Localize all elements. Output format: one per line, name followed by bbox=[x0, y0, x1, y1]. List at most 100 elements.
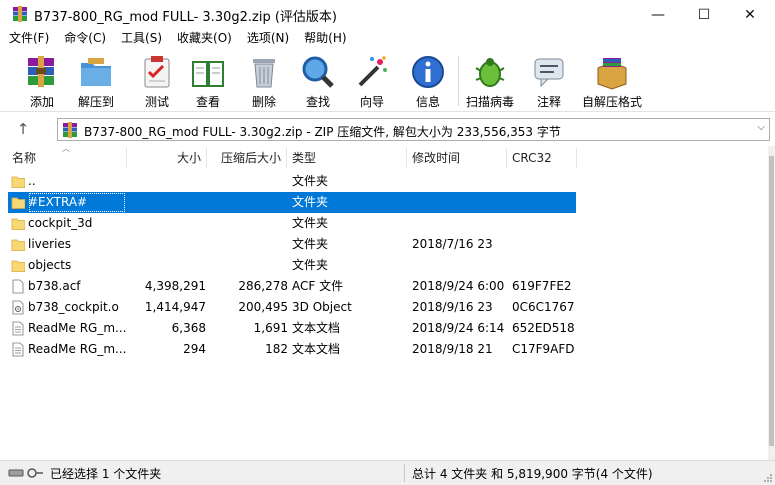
cell-name: ReadMe RG_m... bbox=[28, 342, 126, 356]
delete-label: 删除 bbox=[251, 95, 276, 109]
cell-packed-size: 1,691 bbox=[253, 321, 288, 335]
magnifier-icon bbox=[302, 56, 334, 88]
info-icon bbox=[412, 56, 444, 88]
table-row[interactable]: b738_cockpit.o 1,414,947 200,495 3D Object 2… bbox=[8, 297, 576, 318]
table-row-selected[interactable]: #EXTRA# 文件夹 bbox=[8, 192, 576, 213]
cell-size bbox=[128, 213, 206, 234]
minimize-button[interactable]: — bbox=[635, 0, 681, 30]
cell-name: b738_cockpit.o bbox=[28, 300, 119, 314]
close-button[interactable]: ✕ bbox=[727, 0, 773, 30]
menu-favorites[interactable]: 收藏夹(O) bbox=[168, 30, 238, 48]
column-name[interactable]: 名称 bbox=[8, 146, 126, 170]
sfx-box-icon bbox=[597, 58, 627, 90]
menu-commands[interactable]: 命令(C) bbox=[55, 30, 112, 48]
view-button[interactable]: 查看 bbox=[190, 54, 226, 110]
window-title: B737-800_RG_mod FULL- 3.30g2.zip (评估版本) bbox=[34, 10, 337, 25]
cell-size: 1,414,947 bbox=[144, 300, 206, 314]
chevron-down-icon[interactable]: ⌵ bbox=[757, 122, 765, 133]
sfx-button[interactable]: 自解压格式 bbox=[582, 54, 642, 110]
comment-button[interactable]: 注释 bbox=[531, 54, 567, 110]
cell-crc32: 652ED518 bbox=[512, 321, 575, 335]
cell-packed-size: 286,278 bbox=[238, 279, 288, 293]
cell-modified: 2018/9/24 6:00 bbox=[412, 279, 505, 293]
table-row[interactable]: objects 文件夹 bbox=[8, 255, 576, 276]
table-row[interactable]: cockpit_3d 文件夹 bbox=[8, 213, 576, 234]
status-divider bbox=[404, 464, 405, 482]
column-crc32[interactable]: CRC32 bbox=[508, 146, 576, 170]
magic-wand-icon bbox=[358, 56, 387, 87]
cell-size: 6,368 bbox=[171, 321, 206, 335]
cell-size: 294 bbox=[183, 342, 206, 356]
file-icon bbox=[12, 279, 24, 294]
cell-modified: 2018/7/16 23 bbox=[412, 237, 493, 251]
cell-modified bbox=[412, 192, 512, 213]
resize-grip-icon[interactable] bbox=[763, 473, 773, 483]
text-file-icon bbox=[12, 342, 24, 357]
column-divider[interactable] bbox=[406, 148, 407, 168]
extract-to-button[interactable]: 解压到 bbox=[78, 54, 114, 110]
text-file-icon bbox=[12, 321, 24, 336]
test-button[interactable]: 测试 bbox=[139, 54, 175, 110]
cell-packed-size bbox=[210, 171, 288, 192]
cell-packed-size bbox=[210, 192, 288, 213]
cell-name: objects bbox=[28, 258, 72, 272]
delete-button[interactable]: 删除 bbox=[246, 54, 282, 110]
cell-crc32: 619F7FE2 bbox=[512, 279, 572, 293]
cell-type: 文件夹 bbox=[292, 237, 329, 251]
cell-type: 文件夹 bbox=[292, 216, 329, 230]
column-packed-size[interactable]: 压缩后大小 bbox=[207, 146, 285, 170]
up-folder-button[interactable]: ↑ bbox=[12, 119, 34, 139]
cell-crc32 bbox=[512, 213, 582, 234]
cell-modified bbox=[412, 213, 512, 234]
menu-tools[interactable]: 工具(S) bbox=[112, 30, 168, 48]
table-row[interactable]: ReadMe RG_m... 6,368 1,691 文本文档 2018/9/24 6:… bbox=[8, 318, 576, 339]
add-label: 添加 bbox=[29, 95, 54, 109]
table-row[interactable]: ReadMe RG_m... 294 182 文本文档 2018/9/18 21 C17F… bbox=[8, 339, 576, 360]
cell-crc32 bbox=[512, 234, 582, 255]
cell-size bbox=[128, 171, 206, 192]
column-divider[interactable] bbox=[576, 148, 577, 168]
toolbar: 添加 解压到 测试 查看 删除 查找 向导 信息 扫描病毒 注释 自解压格式 bbox=[0, 50, 775, 112]
column-size[interactable]: 大小 bbox=[127, 146, 205, 170]
menu-options[interactable]: 选项(N) bbox=[238, 30, 295, 48]
vertical-scrollbar[interactable] bbox=[768, 146, 775, 460]
info-button[interactable]: 信息 bbox=[410, 54, 446, 110]
folder-icon bbox=[11, 197, 25, 209]
folder-icon bbox=[11, 218, 25, 230]
cell-type: 文本文档 bbox=[292, 342, 341, 356]
cell-type: 文件夹 bbox=[292, 174, 329, 188]
scrollbar-thumb[interactable] bbox=[769, 156, 774, 446]
column-divider[interactable] bbox=[506, 148, 507, 168]
table-row[interactable]: .. 文件夹 bbox=[8, 171, 576, 192]
menu-file[interactable]: 文件(F) bbox=[0, 30, 55, 48]
cell-name: ReadMe RG_m... bbox=[28, 321, 126, 335]
table-row[interactable]: b738.acf 4,398,291 286,278 ACF 文件 2018/9/24 … bbox=[8, 276, 576, 297]
book-icon bbox=[192, 61, 224, 87]
column-divider[interactable] bbox=[286, 148, 287, 168]
cell-packed-size bbox=[210, 213, 288, 234]
cell-type: 文件夹 bbox=[292, 195, 329, 209]
cell-name: liveries bbox=[28, 237, 72, 251]
menu-help[interactable]: 帮助(H) bbox=[295, 30, 352, 48]
comment-label: 注释 bbox=[536, 95, 561, 109]
cell-crc32: 0C6C1767 bbox=[512, 300, 575, 314]
cell-packed-size: 200,495 bbox=[238, 300, 288, 314]
find-button[interactable]: 查找 bbox=[300, 54, 336, 110]
trash-can-icon bbox=[253, 59, 275, 88]
table-row[interactable]: liveries 文件夹 2018/7/16 23 bbox=[8, 234, 576, 255]
add-archive-icon bbox=[28, 56, 54, 87]
add-button[interactable]: 添加 bbox=[24, 54, 60, 110]
maximize-button[interactable]: ☐ bbox=[681, 0, 727, 30]
column-type[interactable]: 类型 bbox=[288, 146, 404, 170]
find-label: 查找 bbox=[305, 95, 330, 109]
path-field[interactable]: B737-800_RG_mod FULL- 3.30g2.zip - ZIP 压… bbox=[57, 118, 770, 141]
folder-up-icon bbox=[11, 176, 25, 188]
cell-name: cockpit_3d bbox=[28, 216, 93, 230]
view-label: 查看 bbox=[195, 95, 220, 109]
column-modified[interactable]: 修改时间 bbox=[408, 146, 504, 170]
total-status: 总计 4 文件夹 和 5,819,900 字节(4 个文件) bbox=[412, 467, 653, 481]
wizard-button[interactable]: 向导 bbox=[354, 54, 390, 110]
cell-modified: 2018/9/24 6:14 bbox=[412, 321, 505, 335]
virus-scan-button[interactable]: 扫描病毒 bbox=[466, 54, 514, 110]
cell-type: 文本文档 bbox=[292, 321, 341, 335]
